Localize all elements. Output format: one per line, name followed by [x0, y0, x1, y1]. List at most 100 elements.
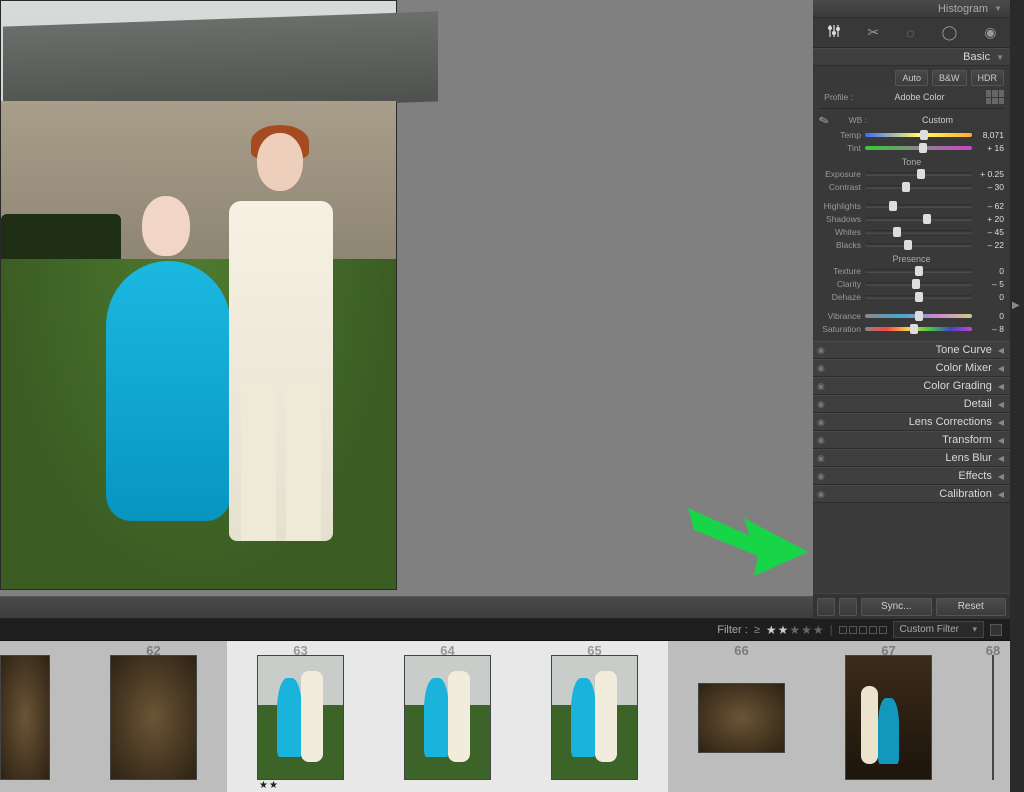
tone-curve-header[interactable]: ◉ Tone Curve ◀ [813, 341, 1010, 359]
mask-icon[interactable]: ◯ [942, 24, 958, 41]
eye-icon[interactable]: ◉ [817, 453, 825, 464]
paste-settings-button[interactable] [839, 598, 857, 616]
effects-header[interactable]: ◉ Effects ◀ [813, 467, 1010, 485]
thumb-image[interactable] [845, 655, 932, 780]
copy-settings-button[interactable] [817, 598, 835, 616]
thumb-image[interactable] [110, 655, 197, 780]
dehaze-value: 0 [976, 292, 1004, 302]
whites-slider[interactable] [865, 230, 972, 234]
eye-icon[interactable]: ◉ [817, 381, 825, 392]
shadows-slider[interactable] [865, 217, 972, 221]
shadows-value: + 20 [976, 214, 1004, 224]
eyedropper-icon[interactable]: ✎ [817, 111, 835, 129]
main-photo[interactable] [0, 0, 397, 590]
transform-header[interactable]: ◉ Transform ◀ [813, 431, 1010, 449]
eye-icon[interactable]: ◉ [817, 363, 825, 374]
thumb-image[interactable] [0, 655, 50, 780]
dehaze-slider[interactable] [865, 295, 972, 299]
saturation-label: Saturation [819, 324, 861, 334]
star-icon[interactable]: ★ [801, 623, 812, 637]
eye-icon[interactable]: ◉ [817, 399, 825, 410]
color-label-filter[interactable] [839, 626, 887, 634]
saturation-slider[interactable] [865, 327, 972, 331]
rating-filter[interactable]: ★ ★ ★ ★ ★ [766, 623, 824, 637]
chevron-left-icon: ◀ [998, 364, 1004, 373]
tool-strip: ✂ ◌ ◯ ◉ [813, 18, 1010, 48]
bw-button[interactable]: B&W [932, 70, 967, 86]
thumbnail-68[interactable]: 68 [962, 641, 1010, 792]
thumbnail-partial[interactable] [0, 641, 80, 792]
redeye-icon[interactable]: ◉ [984, 24, 996, 41]
exposure-slider[interactable] [865, 172, 972, 176]
star-icon[interactable]: ★ [778, 623, 789, 637]
profile-dropdown[interactable]: Adobe Color [857, 92, 982, 102]
chevron-left-icon: ◀ [998, 346, 1004, 355]
filter-toggle-switch[interactable] [990, 624, 1002, 636]
thumb-image[interactable] [698, 683, 785, 753]
auto-button[interactable]: Auto [895, 70, 928, 86]
color-grading-header[interactable]: ◉ Color Grading ◀ [813, 377, 1010, 395]
wb-label: WB : [837, 115, 867, 125]
thumbnail-63[interactable]: 63 ★★ [227, 641, 374, 792]
thumb-image[interactable] [404, 655, 491, 780]
lens-corrections-header[interactable]: ◉ Lens Corrections ◀ [813, 413, 1010, 431]
wb-dropdown[interactable]: Custom [871, 115, 1004, 125]
histogram-header[interactable]: Histogram ▼ [813, 0, 1010, 18]
basic-header[interactable]: Basic ▼ [813, 48, 1010, 66]
thumbnail-64[interactable]: 64 [374, 641, 521, 792]
profile-browser-icon[interactable] [986, 90, 1004, 104]
crop-icon[interactable]: ✂ [868, 24, 880, 41]
basic-body: Auto B&W HDR Profile : Adobe Color ✎ WB … [813, 66, 1010, 341]
reset-button[interactable]: Reset [936, 598, 1007, 616]
tint-label: Tint [819, 143, 861, 153]
chevron-left-icon: ◀ [998, 490, 1004, 499]
lens-blur-header[interactable]: ◉ Lens Blur ◀ [813, 449, 1010, 467]
thumbnail-67[interactable]: 67 [815, 641, 962, 792]
eye-icon[interactable]: ◉ [817, 471, 825, 482]
contrast-value: – 30 [976, 182, 1004, 192]
star-icon[interactable]: ★ [813, 623, 824, 637]
eye-icon[interactable]: ◉ [817, 417, 825, 428]
filter-preset-dropdown[interactable]: Custom Filter [893, 621, 984, 638]
eye-icon[interactable]: ◉ [817, 489, 825, 500]
histogram-label: Histogram [938, 3, 988, 15]
clarity-slider[interactable] [865, 282, 972, 286]
contrast-slider[interactable] [865, 185, 972, 189]
thumb-image[interactable] [551, 655, 638, 780]
thumbnail-65[interactable]: 65 [521, 641, 668, 792]
star-icon[interactable]: ★ [789, 623, 800, 637]
highlights-slider[interactable] [865, 204, 972, 208]
blacks-slider[interactable] [865, 243, 972, 247]
filmstrip[interactable]: 62 63 ★★ 64 65 66 67 68 [0, 641, 1010, 792]
color-mixer-header[interactable]: ◉ Color Mixer ◀ [813, 359, 1010, 377]
detail-header[interactable]: ◉ Detail ◀ [813, 395, 1010, 413]
chevron-left-icon: ◀ [998, 418, 1004, 427]
highlights-label: Highlights [819, 201, 861, 211]
right-panel-collapse[interactable]: ▶ [1010, 0, 1024, 792]
filmstrip-filter-bar: Filter : ≥ ★ ★ ★ ★ ★ | Custom Filter [0, 619, 1010, 641]
thumb-image[interactable] [992, 655, 994, 780]
basic-label: Basic [963, 51, 990, 63]
filter-compare[interactable]: ≥ [754, 624, 760, 636]
thumbnail-66[interactable]: 66 [668, 641, 815, 792]
whites-value: – 45 [976, 227, 1004, 237]
chevron-left-icon: ◀ [998, 454, 1004, 463]
preview-area[interactable] [0, 0, 813, 596]
thumb-image[interactable] [257, 655, 344, 780]
vibrance-slider[interactable] [865, 314, 972, 318]
eye-icon[interactable]: ◉ [817, 345, 825, 356]
tint-slider[interactable] [865, 146, 972, 150]
sync-button[interactable]: Sync... [861, 598, 932, 616]
edit-sliders-icon[interactable] [827, 24, 841, 41]
texture-slider[interactable] [865, 269, 972, 273]
thumb-index: 68 [986, 643, 1000, 658]
healing-icon[interactable]: ◌ [906, 25, 914, 41]
hdr-button[interactable]: HDR [971, 70, 1005, 86]
eye-icon[interactable]: ◉ [817, 435, 825, 446]
highlights-value: – 62 [976, 201, 1004, 211]
calibration-header[interactable]: ◉ Calibration ◀ [813, 485, 1010, 503]
star-icon[interactable]: ★ [766, 623, 777, 637]
thumbnail-62[interactable]: 62 [80, 641, 227, 792]
tone-header: Tone [819, 157, 1004, 167]
temp-slider[interactable] [865, 133, 972, 137]
